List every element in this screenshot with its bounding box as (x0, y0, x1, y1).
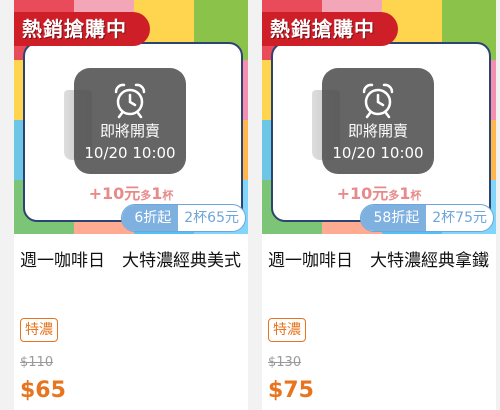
coming-soon-label: 即將開賣 (347, 122, 408, 140)
product-image[interactable]: 熱銷搶購中 即將開賣 10/20 10:00 +10元多1杯 6折起 2杯65元 (14, 0, 248, 234)
product-card[interactable]: 熱銷搶購中 即將開賣 10/20 10:00 +10元多1杯 6折起 2杯65元… (14, 0, 248, 410)
discount-label: 6折起 (122, 205, 179, 231)
original-price: $130 (268, 355, 302, 370)
original-price: $110 (20, 355, 54, 370)
alarm-clock-icon (114, 83, 146, 119)
sale-price: $75 (268, 378, 314, 403)
product-tag: 特濃 (20, 318, 58, 342)
product-image[interactable]: 熱銷搶購中 即將開賣 10/20 10:00 +10元多1杯 58折起 2杯75… (262, 0, 496, 234)
discount-label: 58折起 (361, 205, 427, 231)
hot-sale-ribbon: 熱銷搶購中 (14, 12, 150, 46)
hot-sale-ribbon: 熱銷搶購中 (262, 12, 398, 46)
discount-pill: 6折起 2杯65元 (121, 204, 246, 232)
product-tag: 特濃 (268, 318, 306, 342)
coming-soon-overlay: 即將開賣 10/20 10:00 (322, 68, 434, 174)
sale-price: $65 (20, 378, 66, 403)
discount-pill: 58折起 2杯75元 (360, 204, 494, 232)
promo-text: +10元多1杯 (88, 184, 174, 203)
bundle-label: 2杯75元 (432, 210, 487, 226)
product-card[interactable]: 熱銷搶購中 即將開賣 10/20 10:00 +10元多1杯 58折起 2杯75… (262, 0, 496, 410)
coming-soon-overlay: 即將開賣 10/20 10:00 (74, 68, 186, 174)
sale-start-time: 10/20 10:00 (84, 144, 176, 162)
product-title[interactable]: 週一咖啡日 大特濃經典美式 (20, 250, 246, 273)
bundle-label: 2杯65元 (184, 210, 239, 226)
promo-text: +10元多1杯 (336, 184, 422, 203)
product-title[interactable]: 週一咖啡日 大特濃經典拿鐵 (268, 250, 494, 273)
alarm-clock-icon (362, 83, 394, 119)
sale-start-time: 10/20 10:00 (332, 144, 424, 162)
coming-soon-label: 即將開賣 (99, 122, 160, 140)
